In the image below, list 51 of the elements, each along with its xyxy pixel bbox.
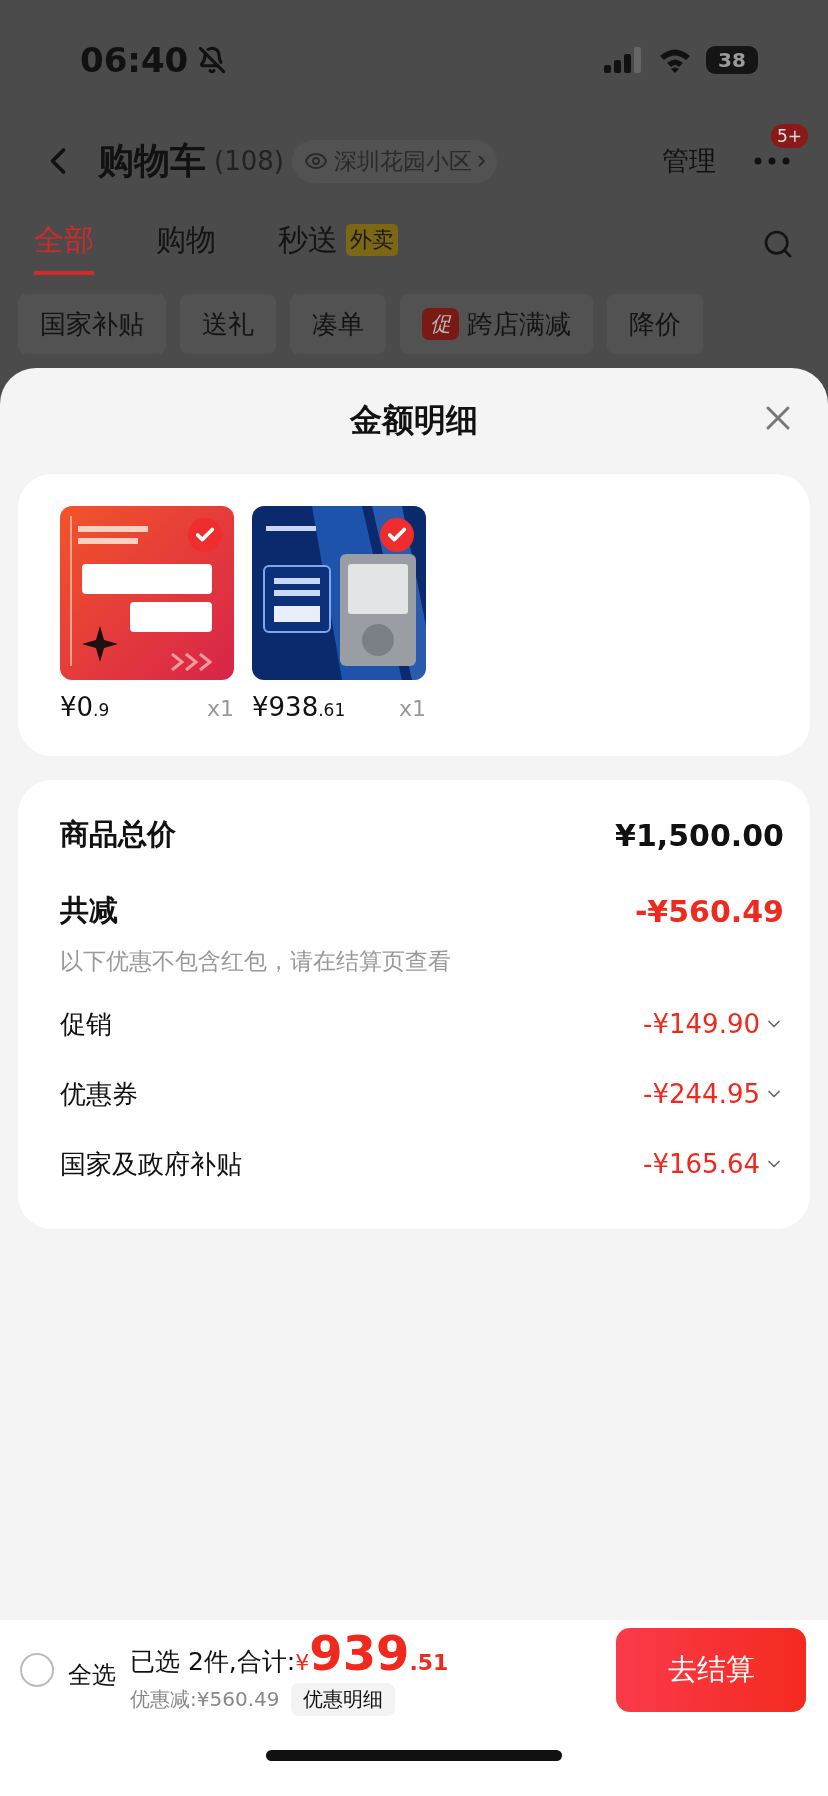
category-tab[interactable]: 购物: [156, 213, 216, 275]
status-time: 06:40: [80, 40, 189, 80]
category-tab[interactable]: 全部: [34, 213, 94, 275]
chevron-right-icon: [477, 155, 485, 167]
manage-link[interactable]: 管理: [662, 143, 716, 179]
search-icon[interactable]: [762, 228, 794, 260]
discount-label: 共减: [60, 892, 118, 929]
currency-sign: ¥: [295, 1649, 310, 1675]
filter-label: 跨店满减: [467, 307, 571, 341]
tab-tag: 外卖: [346, 224, 398, 256]
filter-label: 降价: [629, 307, 681, 341]
checkout-button[interactable]: 去结算: [616, 1628, 806, 1712]
discount-details-button[interactable]: 优惠明细: [291, 1682, 396, 1716]
promo-tag: 促: [422, 308, 459, 340]
discount-item-label: 优惠券: [60, 1077, 138, 1111]
discount-item-value: -¥244.95: [643, 1079, 760, 1109]
bell-off-icon: [198, 46, 227, 74]
filter-chip[interactable]: 凑单: [290, 294, 386, 354]
discount-item-label: 国家及政府补贴: [60, 1147, 242, 1181]
product-price: ¥938.61: [252, 692, 346, 722]
discount-value: -¥560.49: [634, 893, 784, 929]
discount-item-value: -¥165.64: [643, 1149, 760, 1179]
saved-amount: 优惠减:¥560.49: [130, 1685, 280, 1713]
select-all-label: 全选: [68, 1660, 116, 1691]
product-quantity: x1: [398, 696, 426, 721]
total-label: 商品总价: [60, 816, 176, 853]
sheet-title: 金额明细: [350, 400, 478, 441]
filter-label: 送礼: [202, 307, 254, 341]
discount-note: 以下优惠不包含红包，请在结算页查看: [60, 947, 452, 976]
discount-item-label: 促销: [60, 1007, 112, 1041]
product-quantity: x1: [206, 696, 234, 721]
filter-chip[interactable]: 送礼: [180, 294, 276, 354]
product-price: ¥0.9: [60, 692, 110, 722]
selected-summary: 已选 2件,合计:: [130, 1645, 296, 1678]
filter-chip[interactable]: 促 跨店满减: [400, 294, 593, 354]
total-amount: 939: [309, 1624, 410, 1681]
total-decimal: .51: [409, 1649, 449, 1675]
more-icon[interactable]: [754, 157, 790, 165]
total-value: ¥1,500.00: [615, 817, 784, 853]
page-title: 购物车: [98, 138, 206, 183]
filter-chip[interactable]: 降价: [607, 294, 703, 354]
filter-chip[interactable]: 国家补贴: [18, 294, 166, 354]
discount-item-value: -¥149.90: [643, 1009, 760, 1039]
select-all-radio[interactable]: [20, 1653, 54, 1687]
notification-badge: 5+: [770, 124, 808, 148]
battery-level: 38: [706, 46, 758, 74]
wifi-icon: [658, 47, 692, 73]
signal-icon: [604, 47, 644, 73]
category-tab[interactable]: 秒送 外卖: [278, 213, 398, 275]
filter-label: 凑单: [312, 307, 364, 341]
filter-label: 国家补贴: [40, 307, 144, 341]
